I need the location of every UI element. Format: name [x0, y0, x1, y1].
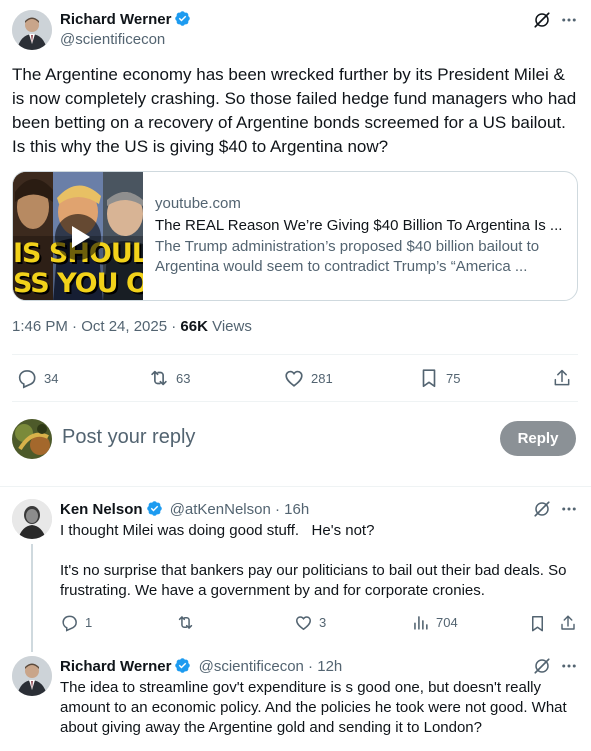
grok-icon[interactable]	[531, 655, 553, 677]
divider	[12, 401, 578, 402]
thumbnail-caption-line2: SS YOU OF	[13, 268, 143, 299]
repost-action[interactable]	[176, 613, 201, 632]
tweet-text: The Argentine economy has been wrecked f…	[12, 65, 577, 156]
reply-action[interactable]: 34	[16, 367, 58, 389]
more-options-icon[interactable]	[558, 655, 580, 677]
reply-time[interactable]: · 16h	[271, 501, 309, 518]
reply-text-paragraph: It's no surprise that bankers pay our po…	[60, 562, 567, 599]
repost-icon	[176, 613, 195, 632]
reply-time[interactable]: · 12h	[304, 658, 342, 675]
play-icon[interactable]	[54, 213, 102, 261]
more-options-icon[interactable]	[558, 9, 580, 31]
views-label: Views	[207, 318, 252, 335]
reply-action[interactable]: 1	[60, 613, 92, 632]
card-title: The REAL Reason We’re Giving $40 Billion…	[155, 217, 563, 234]
reply-text: The idea to streamline gov't expenditure…	[60, 679, 567, 736]
analytics-icon	[411, 613, 430, 632]
reply-author-handle[interactable]: @atKenNelson	[170, 501, 271, 518]
verified-badge-icon	[174, 10, 191, 27]
verified-badge-icon	[146, 500, 163, 517]
tweet-timestamp[interactable]: 1:46 PM · Oct 24, 2025 ·	[12, 318, 180, 335]
repost-count: 63	[176, 370, 191, 386]
reply-count: 34	[44, 370, 59, 386]
bookmark-action[interactable]: 75	[418, 367, 460, 389]
repost-action[interactable]: 63	[148, 367, 190, 389]
author-avatar[interactable]	[12, 10, 52, 50]
share-icon[interactable]	[558, 613, 578, 633]
heart-icon	[294, 613, 313, 632]
bookmark-icon[interactable]	[527, 613, 547, 633]
thread-line	[31, 544, 33, 652]
reply-author-handle[interactable]: @scientificecon	[199, 658, 304, 675]
author-name[interactable]: Richard Werner	[60, 11, 171, 28]
divider	[12, 354, 578, 355]
views-action[interactable]: 704	[411, 613, 458, 632]
tweet-meta: 1:46 PM · Oct 24, 2025 · 66K Views	[12, 318, 252, 335]
like-count: 3	[319, 615, 327, 630]
card-domain: youtube.com	[155, 195, 241, 212]
grok-icon[interactable]	[531, 9, 553, 31]
author-handle[interactable]: @scientificecon	[60, 31, 165, 48]
reply-author-avatar[interactable]	[12, 656, 52, 696]
views-count: 704	[436, 615, 458, 630]
repost-icon	[148, 367, 170, 389]
share-icon[interactable]	[551, 367, 573, 389]
heart-icon	[283, 367, 305, 389]
reply-input[interactable]: Post your reply	[62, 426, 195, 449]
more-options-icon[interactable]	[558, 498, 580, 520]
divider	[0, 486, 591, 487]
user-avatar[interactable]	[12, 419, 52, 459]
link-card[interactable]: IS SHOUL SS YOU OF youtube.com The REAL …	[12, 171, 578, 301]
bookmark-count: 75	[446, 370, 461, 386]
reply-author-avatar[interactable]	[12, 499, 52, 539]
reply-icon	[16, 367, 38, 389]
verified-badge-icon	[174, 657, 191, 674]
bookmark-icon	[418, 367, 440, 389]
reply-author-name[interactable]: Richard Werner	[60, 658, 171, 675]
card-description: The Trump administration’s proposed $40 …	[155, 238, 540, 275]
reply-button[interactable]: Reply	[500, 421, 576, 456]
like-action[interactable]: 281	[283, 367, 333, 389]
like-count: 281	[311, 370, 333, 386]
reply-icon	[60, 613, 79, 632]
video-thumbnail: IS SHOUL SS YOU OF	[13, 172, 143, 300]
like-action[interactable]: 3	[294, 613, 326, 632]
views-count: 66K	[180, 318, 208, 335]
reply-text-line1: I thought Milei was doing good stuff. He…	[60, 522, 375, 539]
grok-icon[interactable]	[531, 498, 553, 520]
reply-author-name[interactable]: Ken Nelson	[60, 501, 143, 518]
reply-count: 1	[85, 615, 93, 630]
